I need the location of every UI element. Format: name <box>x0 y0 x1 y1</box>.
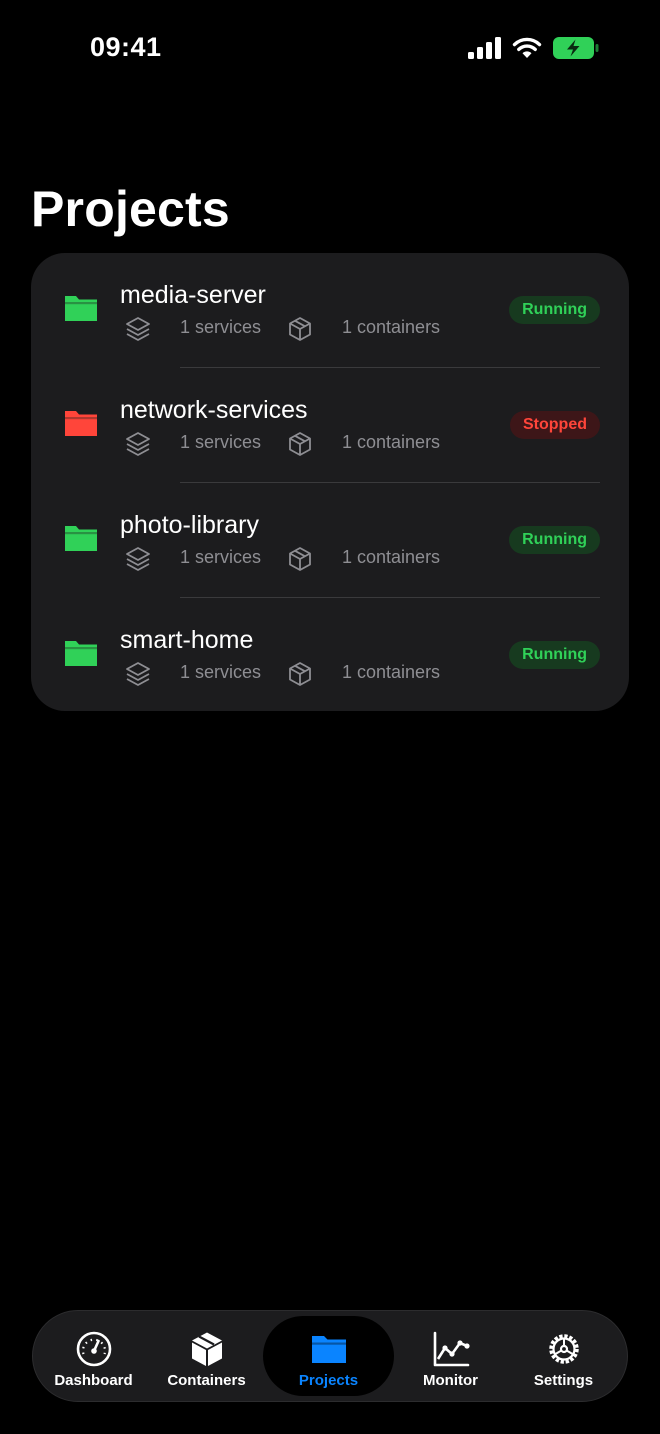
project-row-media-server[interactable]: media-server 1 services 1 containers Run… <box>31 253 629 368</box>
services-count: 1 services <box>180 547 262 567</box>
chart-line-icon <box>433 1331 470 1367</box>
services-count: 1 services <box>180 662 262 682</box>
containers-count: 1 containers <box>342 317 441 337</box>
status-bar: 09:41 <box>0 0 660 100</box>
tab-bar: Dashboard Containers Projects Monitor Se… <box>32 1310 628 1402</box>
tab-label: Containers <box>167 1372 246 1389</box>
project-row-photo-library[interactable]: photo-library 1 services 1 containers Ru… <box>31 483 629 598</box>
wifi-icon <box>512 37 542 58</box>
containers-count: 1 containers <box>342 432 441 452</box>
folder-icon <box>65 526 97 551</box>
layers-icon <box>126 662 150 686</box>
status-time: 09:41 <box>90 32 162 62</box>
shipping-box-icon <box>289 317 311 341</box>
folder-icon <box>65 641 97 666</box>
project-name: network-services <box>120 396 308 424</box>
services-count: 1 services <box>180 432 262 452</box>
project-row-smart-home[interactable]: smart-home 1 services 1 containers Runni… <box>31 598 629 713</box>
shipping-box-icon <box>289 432 311 456</box>
tab-label: Dashboard <box>54 1372 133 1389</box>
cube-icon <box>191 1332 222 1366</box>
project-row-network-services[interactable]: network-services 1 services 1 containers… <box>31 368 629 483</box>
folder-icon <box>65 411 97 436</box>
layers-icon <box>126 432 150 456</box>
projects-list: media-server 1 services 1 containers Run… <box>31 253 629 711</box>
battery-charging-icon <box>553 37 599 59</box>
tab-containers[interactable]: Containers <box>150 1316 263 1396</box>
tab-settings[interactable]: Settings <box>507 1316 620 1396</box>
shipping-box-icon <box>289 662 311 686</box>
tab-label: Projects <box>298 1372 359 1389</box>
status-badge: Running <box>509 641 600 669</box>
tab-monitor[interactable]: Monitor <box>394 1316 507 1396</box>
tab-label: Settings <box>533 1372 594 1389</box>
cellular-signal-icon <box>468 37 501 59</box>
page-title: Projects <box>31 181 230 237</box>
tab-projects[interactable]: Projects <box>263 1316 394 1396</box>
projects-screen: 09:41 Projects media-server 1 services 1… <box>0 0 660 1434</box>
folder-icon <box>311 1336 346 1363</box>
containers-count: 1 containers <box>342 662 441 682</box>
status-badge: Running <box>509 526 600 554</box>
status-icons <box>468 36 600 60</box>
tab-label: Monitor <box>423 1372 478 1389</box>
shipping-box-icon <box>289 547 311 571</box>
services-count: 1 services <box>180 317 262 337</box>
gear-icon <box>548 1334 579 1364</box>
status-badge: Running <box>509 296 600 324</box>
tab-dashboard[interactable]: Dashboard <box>37 1316 150 1396</box>
status-badge: Stopped <box>510 411 600 439</box>
project-name: smart-home <box>120 626 254 654</box>
containers-count: 1 containers <box>342 547 441 567</box>
layers-icon <box>126 317 150 341</box>
project-name: media-server <box>120 281 266 309</box>
folder-icon <box>65 296 97 321</box>
project-name: photo-library <box>120 511 259 539</box>
gauge-icon <box>76 1331 111 1367</box>
layers-icon <box>126 547 150 571</box>
